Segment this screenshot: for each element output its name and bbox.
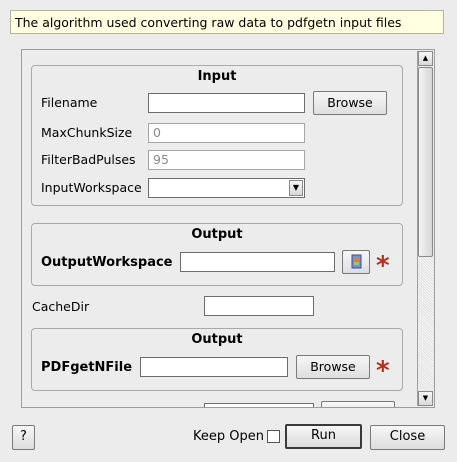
filename-input[interactable]: [148, 93, 305, 113]
scroll-up-arrow-icon[interactable]: ▲: [418, 51, 433, 66]
algorithm-description: The algorithm used converting raw data t…: [10, 10, 444, 34]
properties-scroll-area[interactable]: Input Filename Browse MaxChunkSize 0 Fil…: [21, 49, 435, 408]
filter-bad-pulses-label: FilterBadPulses: [41, 152, 136, 167]
max-chunk-size-input[interactable]: 0: [148, 123, 305, 143]
chevron-down-icon[interactable]: ▼: [289, 180, 303, 196]
scroll-down-arrow-icon[interactable]: ▼: [418, 391, 433, 406]
filename-browse-button[interactable]: Browse: [313, 91, 387, 115]
scrollbar-thumb[interactable]: [418, 67, 433, 257]
filename-label: Filename: [41, 95, 98, 110]
output-workspace-label: OutputWorkspace: [41, 255, 173, 270]
pdfgetn-file-browse-button[interactable]: Browse: [296, 355, 370, 379]
required-star-icon: *: [376, 356, 390, 386]
output-group-title: Output: [191, 227, 243, 242]
close-button[interactable]: Close: [370, 425, 445, 450]
input-group-title: Input: [197, 69, 237, 84]
keep-open-checkbox[interactable]: [267, 430, 280, 443]
next-row-button[interactable]: [321, 401, 395, 407]
cache-dir-input[interactable]: [204, 296, 314, 316]
input-workspace-select[interactable]: ▼: [148, 178, 305, 198]
input-workspace-label: InputWorkspace: [41, 180, 142, 195]
next-row-input[interactable]: [204, 403, 314, 407]
pdfgetn-file-label: PDFgetNFile: [41, 360, 133, 375]
cache-dir-label: CacheDir: [32, 299, 90, 314]
filter-bad-pulses-input[interactable]: 95: [148, 150, 305, 170]
max-chunk-size-label: MaxChunkSize: [41, 125, 133, 140]
pdfgetn-file-input[interactable]: [140, 357, 288, 377]
output-group-title: Output: [191, 332, 243, 347]
help-button[interactable]: ?: [12, 425, 35, 450]
keep-open-label: Keep Open: [193, 429, 264, 444]
vertical-scrollbar[interactable]: ▲ ▼: [417, 51, 433, 406]
output-workspace-input[interactable]: [180, 252, 335, 272]
properties-content: Input Filename Browse MaxChunkSize 0 Fil…: [22, 50, 418, 407]
required-star-icon: *: [376, 251, 390, 281]
workspace-icon-button[interactable]: [342, 250, 370, 274]
run-button[interactable]: Run: [285, 424, 362, 449]
workspace-icon: [351, 254, 362, 269]
